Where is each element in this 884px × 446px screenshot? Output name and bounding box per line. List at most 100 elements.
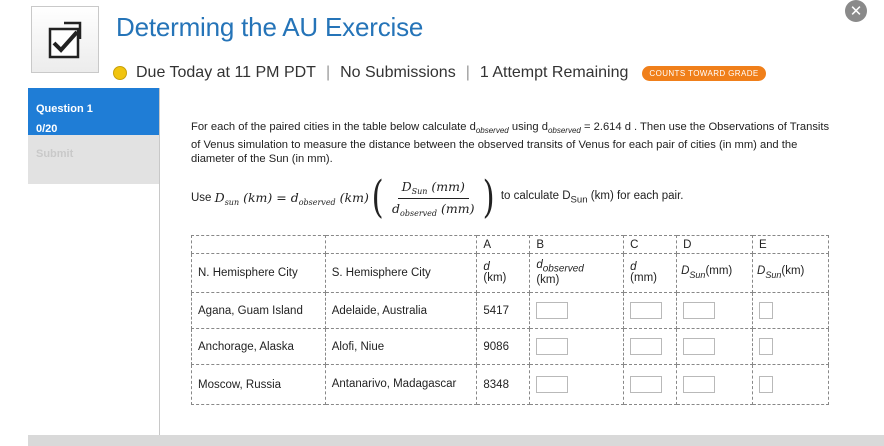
table-row: Moscow, Russia Antanarivo, Madagascar 83… [191, 364, 829, 405]
formula-subscript: sun [224, 197, 240, 207]
column-header-c: d (mm) [623, 253, 678, 293]
content-divider [159, 88, 160, 446]
column-letter-row: A B C D E [191, 235, 829, 254]
n-city-cell: Agana, Guam Island [191, 292, 326, 329]
instructions-text: using d [508, 121, 548, 133]
table-row: Anchorage, Alaska Alofi, Niue 9086 [191, 328, 829, 365]
formula-symbol: (km) = d [243, 189, 299, 205]
page-title: Determing the AU Exercise [116, 12, 424, 42]
header-unit: (km) [536, 273, 560, 286]
d-sun-km-input[interactable] [759, 302, 774, 319]
d-sun-km-input[interactable] [759, 338, 774, 355]
formula-unit: (mm) [431, 178, 465, 194]
fraction-denominator: dobserved (mm) [388, 199, 478, 218]
d-mm-input[interactable] [630, 338, 663, 355]
header-unit: (mm) [630, 272, 657, 284]
s-city-cell: Antanarivo, Madagascar [324, 364, 478, 405]
formula-symbol: D [401, 178, 412, 194]
left-paren: ( [371, 172, 384, 223]
column-header-b: dobserved (km) [529, 253, 625, 293]
formula-lhs: Dsun (km) = dobserved (km) [215, 190, 369, 207]
blank-cell [324, 235, 478, 254]
d-observed-km-input[interactable] [536, 302, 569, 319]
d-sun-km-cell [752, 292, 829, 329]
column-header-e: DSun(km) [752, 253, 829, 293]
header-subscript: Sun [689, 269, 706, 280]
close-icon[interactable]: ✕ [845, 0, 867, 22]
s-city-cell: Adelaide, Australia [324, 292, 478, 329]
column-letter: A [476, 235, 531, 254]
header-unit: (mm) [705, 265, 733, 278]
blank-cell [191, 235, 326, 254]
d-mm-input[interactable] [630, 302, 663, 319]
d-observed-km-cell [529, 364, 625, 405]
table-row: Agana, Guam Island Adelaide, Australia 5… [191, 292, 829, 329]
d-sun-mm-input[interactable] [683, 338, 716, 355]
d-sun-mm-cell [676, 364, 754, 405]
question-label: Question 1 [36, 103, 93, 115]
instructions-subscript: observed [547, 126, 581, 135]
fraction-numerator: DSun (mm) [397, 178, 469, 199]
formula-subscript: observed [298, 197, 336, 207]
formula-use: Use [191, 192, 212, 204]
instructions-subscript: observed [475, 126, 509, 135]
d-sun-mm-input[interactable] [683, 302, 716, 319]
d-observed-km-input[interactable] [536, 376, 569, 393]
data-table: A B C D E N. Hemisphere City S. Hemisphe… [191, 235, 829, 405]
formula-after: to calculate DSun (km) for each pair. [501, 190, 684, 205]
sidebar-item-question-1[interactable]: Question 1 0/20 [28, 88, 159, 135]
d-mm-cell [623, 292, 678, 329]
d-mm-input[interactable] [630, 376, 663, 393]
question-instructions: For each of the paired cities in the tab… [191, 120, 841, 166]
d-sun-km-input[interactable] [759, 376, 774, 393]
question-sidebar: Question 1 0/20 Submit [28, 88, 159, 184]
due-date: Due Today at 11 PM PDT [136, 64, 316, 81]
formula-text: to calculate D [500, 190, 571, 203]
formula-symbol: d [392, 200, 401, 216]
checklist-icon [48, 21, 82, 59]
formula-unit: (mm) [441, 200, 475, 216]
formula-subscript: observed [400, 208, 438, 218]
column-letter: C [623, 235, 678, 254]
header-subscript: Sun [765, 269, 782, 280]
distance-cell: 5417 [476, 292, 531, 329]
d-observed-km-cell [529, 292, 625, 329]
d-mm-cell [623, 364, 678, 405]
distance-cell: 8348 [476, 364, 531, 405]
d-mm-cell [623, 328, 678, 365]
divider: | [325, 64, 331, 81]
d-sun-mm-cell [676, 328, 754, 365]
column-header-s-city: S. Hemisphere City [324, 253, 478, 293]
formula-unit: (km) [339, 189, 369, 205]
column-header-a: d (km) [476, 253, 531, 293]
submissions-status: No Submissions [340, 64, 456, 81]
column-header-d: DSun(mm) [676, 253, 754, 293]
header-unit: (km) [483, 272, 507, 284]
header-unit: (km) [781, 265, 805, 278]
d-observed-km-input[interactable] [536, 338, 569, 355]
formula-subscript: Sun [411, 186, 428, 196]
counts-toward-grade-badge: COUNTS TOWARD GRADE [642, 65, 766, 81]
column-header-n-city: N. Hemisphere City [191, 253, 326, 293]
divider: | [465, 64, 470, 81]
formula-subscript: Sun [570, 194, 588, 206]
column-letter: B [529, 235, 625, 254]
formula-symbol: D [214, 189, 225, 205]
column-letter: D [676, 235, 754, 254]
d-sun-mm-input[interactable] [683, 376, 716, 393]
header-subscript: observed [542, 263, 584, 275]
d-sun-km-cell [752, 364, 829, 405]
assignment-logo [31, 6, 99, 73]
column-letter: E [752, 235, 829, 254]
right-paren: ) [483, 172, 496, 223]
bottom-bar [28, 435, 884, 446]
formula-text: (km) for each pair. [590, 190, 684, 203]
s-city-cell: Alofi, Niue [324, 328, 478, 365]
n-city-cell: Moscow, Russia [191, 364, 326, 405]
instructions-text: For each of the paired cities in the tab… [191, 121, 476, 133]
table-header-row: N. Hemisphere City S. Hemisphere City d(… [191, 253, 829, 293]
d-observed-km-cell [529, 328, 625, 365]
attempts-remaining: 1 Attempt Remaining [479, 64, 629, 81]
formula-line: Use Dsun (km) = dobserved (km) ( DSun (m… [191, 172, 683, 224]
distance-cell: 9086 [476, 328, 531, 365]
